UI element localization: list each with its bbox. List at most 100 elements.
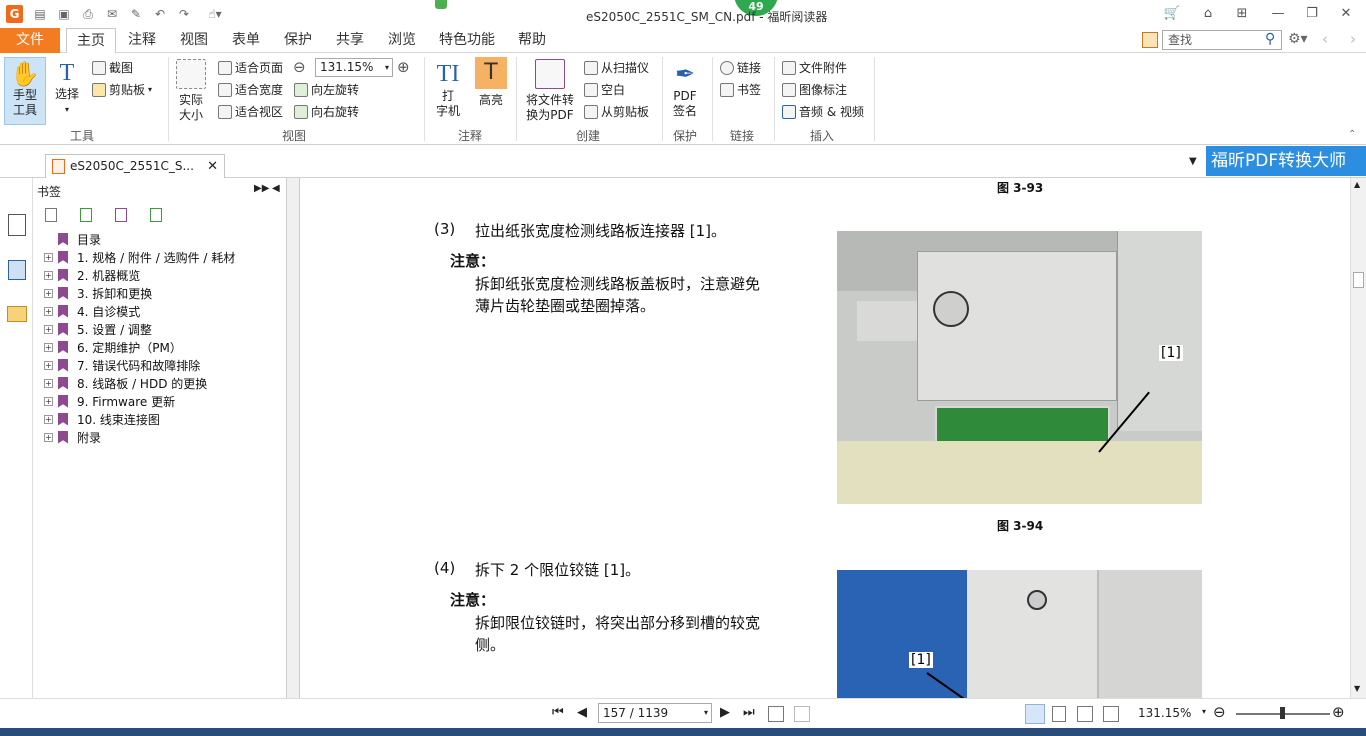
tab-share[interactable]: 共享 bbox=[330, 28, 370, 53]
expand-icon[interactable]: + bbox=[44, 414, 53, 424]
pdf-converter-banner[interactable]: 福昕PDF转换大师 bbox=[1206, 146, 1366, 176]
add-bookmark-icon[interactable] bbox=[80, 208, 92, 222]
audio-video-button[interactable]: 音频 & 视频 bbox=[782, 103, 864, 120]
cart-icon[interactable]: 🛒 bbox=[1162, 5, 1182, 21]
comments-panel-icon[interactable] bbox=[7, 306, 27, 322]
expand-icon[interactable]: + bbox=[44, 306, 53, 316]
bookmark-item[interactable]: +3. 拆卸和更换 bbox=[44, 284, 152, 302]
expand-icon[interactable]: + bbox=[44, 288, 53, 298]
zoom-in-icon[interactable]: ⊕ bbox=[1332, 703, 1345, 721]
zoom-level[interactable]: 131.15% bbox=[1138, 706, 1191, 720]
expand-icon[interactable]: + bbox=[44, 432, 53, 442]
file-attachment-button[interactable]: 文件附件 bbox=[782, 59, 847, 76]
grid-icon[interactable]: ⊞ bbox=[1232, 5, 1252, 21]
new-doc-icon[interactable]: ✎ bbox=[128, 6, 144, 22]
zoom-slider-thumb[interactable] bbox=[1280, 707, 1285, 719]
back-icon[interactable]: ‹ bbox=[1322, 30, 1328, 48]
tab-form[interactable]: 表单 bbox=[226, 28, 266, 53]
screenshot-button[interactable]: 截图 bbox=[92, 59, 133, 76]
bookmark-item[interactable]: + 附录 bbox=[44, 428, 101, 446]
page-number-input[interactable]: 157 / 1139 ▾ bbox=[598, 703, 712, 723]
previous-view-icon[interactable] bbox=[768, 706, 784, 722]
next-view-icon[interactable] bbox=[794, 706, 810, 722]
print-icon[interactable]: ⎙ bbox=[80, 6, 96, 22]
settings-icon[interactable]: ⚙▾ bbox=[1288, 31, 1308, 47]
highlight-button[interactable]: T 高亮 bbox=[472, 57, 510, 108]
collapse-ribbon-icon[interactable]: ⌃ bbox=[1348, 129, 1356, 140]
expand-icon[interactable]: + bbox=[44, 252, 53, 262]
facing-view-icon[interactable] bbox=[1077, 706, 1093, 722]
actual-size-button[interactable]: 实际 大小 bbox=[174, 59, 208, 123]
continuous-facing-icon[interactable] bbox=[1103, 706, 1119, 722]
bookmark-item[interactable]: +1. 规格 / 附件 / 选购件 / 耗材 bbox=[44, 248, 235, 266]
fit-width-button[interactable]: 适合宽度 bbox=[218, 81, 283, 98]
tab-home[interactable]: 主页 bbox=[66, 28, 116, 54]
collapse-panel-icon[interactable]: ◀ bbox=[272, 183, 280, 194]
link-button[interactable]: 链接 bbox=[720, 59, 761, 76]
bookmark-item[interactable]: 目录 bbox=[44, 230, 101, 248]
bookmark-item[interactable]: +9. Firmware 更新 bbox=[44, 392, 175, 410]
bookmark-item[interactable]: +4. 自诊模式 bbox=[44, 302, 140, 320]
pages-panel-icon[interactable] bbox=[8, 260, 26, 280]
expand-icon[interactable]: + bbox=[44, 324, 53, 334]
bookmark-button[interactable]: 书签 bbox=[720, 81, 761, 98]
last-page-icon[interactable]: ⏭ bbox=[743, 705, 755, 720]
hand-dropdown-icon[interactable]: ☝▾ bbox=[200, 6, 230, 22]
first-page-icon[interactable]: ⏮ bbox=[552, 705, 564, 720]
expand-icon[interactable]: + bbox=[44, 342, 53, 352]
scroll-down-icon[interactable]: ▼ bbox=[1354, 684, 1360, 693]
expand-icon[interactable]: + bbox=[44, 270, 53, 280]
clipboard-button[interactable]: 剪贴板 ▾ bbox=[92, 81, 152, 98]
redo-icon[interactable]: ↷ bbox=[176, 6, 192, 22]
bookmark-item[interactable]: +5. 设置 / 调整 bbox=[44, 320, 152, 338]
from-scanner-button[interactable]: 从扫描仪 bbox=[584, 59, 649, 76]
bookmarks-panel-icon[interactable] bbox=[8, 214, 26, 236]
search-icon[interactable]: ⚲ bbox=[1265, 31, 1275, 47]
tab-view[interactable]: 视图 bbox=[174, 28, 214, 53]
bookmark-settings-icon[interactable] bbox=[45, 208, 57, 222]
tab-help[interactable]: 帮助 bbox=[512, 28, 552, 53]
close-icon[interactable]: ✕ bbox=[1336, 5, 1356, 21]
open-folder-icon[interactable]: ▤ bbox=[32, 6, 48, 22]
zoom-dropdown-icon[interactable]: ▾ bbox=[1202, 707, 1206, 716]
tab-features[interactable]: 特色功能 bbox=[434, 28, 500, 53]
rotate-right-button[interactable]: 向右旋转 bbox=[294, 103, 359, 120]
save-icon[interactable]: ▣ bbox=[56, 6, 72, 22]
next-page-icon[interactable]: ▶ bbox=[720, 705, 730, 720]
zoom-out-icon[interactable]: ⊖ bbox=[293, 58, 306, 76]
bookmark-check-icon[interactable] bbox=[150, 208, 162, 222]
share-icon[interactable]: ⌂ bbox=[1198, 5, 1218, 21]
tab-protect[interactable]: 保护 bbox=[278, 28, 318, 53]
tab-browse[interactable]: 浏览 bbox=[382, 28, 422, 53]
fit-view-button[interactable]: 适合视区 bbox=[218, 103, 283, 120]
scroll-thumb[interactable] bbox=[1353, 272, 1364, 288]
document-tab[interactable]: eS2050C_2551C_S... ✕ bbox=[45, 154, 225, 178]
expand-icon[interactable]: + bbox=[44, 378, 53, 388]
from-clipboard-button[interactable]: 从剪贴板 bbox=[584, 103, 649, 120]
vertical-scrollbar[interactable]: ▲ ▼ bbox=[1350, 178, 1366, 698]
fit-page-button[interactable]: 适合页面 bbox=[218, 59, 283, 76]
email-icon[interactable]: ✉ bbox=[104, 6, 120, 22]
expand-icon[interactable]: + bbox=[44, 396, 53, 406]
bookmark-item[interactable]: +8. 线路板 / HDD 的更换 bbox=[44, 374, 207, 392]
search-input[interactable]: 查找 bbox=[1162, 30, 1282, 50]
bookmark-item[interactable]: +10. 线束连接图 bbox=[44, 410, 160, 428]
hand-tool-button[interactable]: ✋ 手型 工具 bbox=[4, 57, 46, 125]
typewriter-button[interactable]: TI 打 字机 bbox=[430, 59, 466, 119]
forward-icon[interactable]: › bbox=[1350, 30, 1356, 48]
previous-page-icon[interactable]: ◀ bbox=[577, 705, 587, 720]
tab-file[interactable]: 文件 bbox=[0, 28, 60, 53]
zoom-select[interactable]: 131.15% ▾ bbox=[315, 58, 393, 77]
minimize-icon[interactable]: — bbox=[1268, 5, 1288, 21]
zoom-out-icon[interactable]: ⊖ bbox=[1213, 703, 1226, 721]
restore-icon[interactable]: ❐ bbox=[1302, 5, 1322, 21]
bookmark-item[interactable]: +6. 定期维护（PM） bbox=[44, 338, 182, 356]
select-tool-button[interactable]: T 选择 ▾ bbox=[50, 59, 84, 117]
convert-to-pdf-button[interactable]: 将文件转 换为PDF bbox=[522, 59, 578, 123]
single-page-view-icon[interactable] bbox=[1025, 704, 1045, 724]
bookmark-item[interactable]: +2. 机器概览 bbox=[44, 266, 140, 284]
bookmark-item[interactable]: +7. 错误代码和故障排除 bbox=[44, 356, 200, 374]
rotate-left-button[interactable]: 向左旋转 bbox=[294, 81, 359, 98]
zoom-in-icon[interactable]: ⊕ bbox=[397, 58, 410, 76]
close-tab-icon[interactable]: ✕ bbox=[207, 155, 218, 178]
